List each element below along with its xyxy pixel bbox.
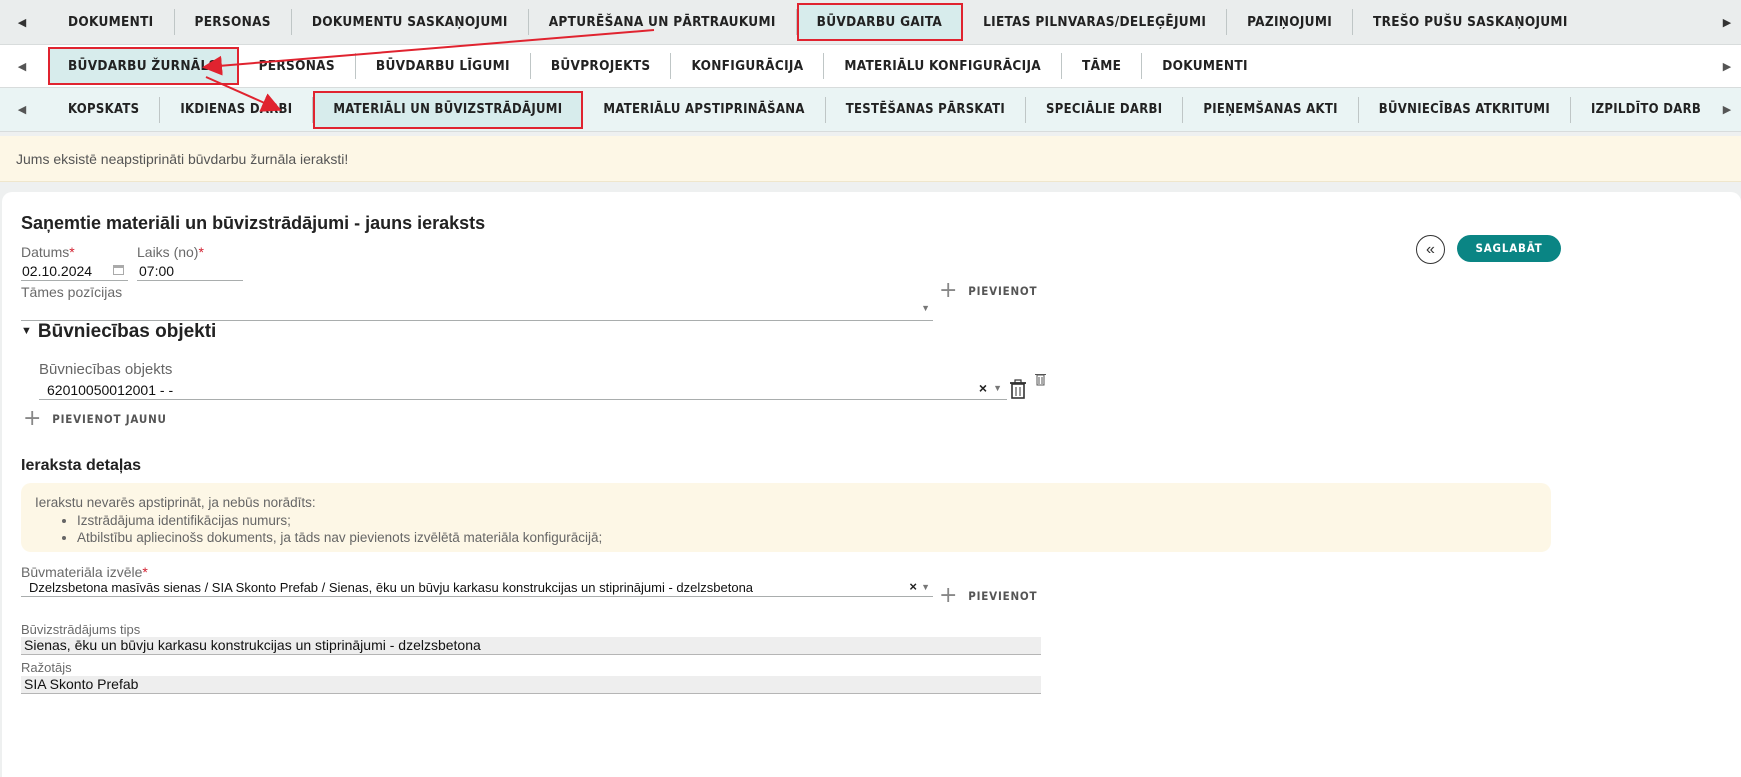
- tertiary-tab[interactable]: IZPILDĪTO DARBU AKTI: [1571, 97, 1701, 123]
- clear-x-icon[interactable]: ×: [979, 380, 987, 396]
- scroll-right-icon[interactable]: ▶: [1713, 0, 1741, 44]
- primary-nav: ◀ DOKUMENTI PERSONAS DOKUMENTU SASKAŅOJUMI…: [0, 0, 1741, 45]
- calendar-icon[interactable]: [113, 265, 124, 275]
- form-panel: Saņemtie materiāli un būvizstrādājumi - …: [2, 192, 1741, 777]
- secondary-tabs: BŪVDARBU ŽURNĀLS PERSONAS BŪVDARBU LĪGUMI B…: [48, 45, 1701, 87]
- secondary-tab[interactable]: BŪVDARBU LĪGUMI: [356, 53, 531, 79]
- secondary-nav: ◀ BŪVDARBU ŽURNĀLS PERSONAS BŪVDARBU LĪGUM…: [0, 45, 1741, 88]
- scroll-left-icon[interactable]: ◀: [8, 88, 36, 131]
- scroll-right-icon[interactable]: ▶: [1713, 88, 1741, 131]
- time-field[interactable]: 07:00: [137, 260, 243, 281]
- secondary-tab[interactable]: TĀME: [1062, 53, 1143, 79]
- scroll-left-icon[interactable]: ◀: [8, 45, 36, 87]
- add-new-object-button[interactable]: + PIEVIENOT JAUNU: [23, 406, 167, 431]
- object-label: Būvniecības objekts: [39, 361, 173, 378]
- object-select[interactable]: 62010050012001 - - × ▼: [39, 379, 1007, 400]
- time-value: 07:00: [139, 263, 175, 279]
- date-field[interactable]: 02.10.2024: [21, 260, 128, 281]
- date-label: Datums*: [21, 244, 75, 260]
- details-heading: Ieraksta detaļas: [21, 457, 142, 474]
- tame-label: Tāmes pozīcijas: [21, 284, 123, 300]
- date-value: 02.10.2024: [22, 263, 93, 279]
- double-chevron-left-icon: «: [1426, 240, 1435, 258]
- note-intro: Ierakstu nevarēs apstiprināt, ja nebūs n…: [35, 495, 316, 510]
- primary-tab[interactable]: PAZIŅOJUMI: [1227, 9, 1354, 35]
- note-list: Izstrādājuma identifikācijas numurs; Atb…: [35, 512, 1537, 546]
- chevron-down-icon[interactable]: ▼: [921, 582, 930, 592]
- type-label: Būvizstrādājums tips: [21, 622, 141, 637]
- tertiary-tab[interactable]: SPECIĀLIE DARBI: [1026, 96, 1184, 123]
- primary-tab[interactable]: DOKUMENTU SASKAŅOJUMI: [292, 9, 529, 35]
- maker-value: SIA Skonto Prefab: [24, 676, 139, 692]
- tertiary-nav: ◀ KOPSKATS IKDIENAS DARBI MATERIĀLI UN BŪV…: [0, 88, 1741, 132]
- secondary-tab[interactable]: PERSONAS: [239, 53, 356, 79]
- primary-tab[interactable]: BŪVDARBU GAITA: [796, 3, 964, 41]
- object-value: 62010050012001 - -: [47, 382, 174, 398]
- material-value: Dzelzsbetona masīvās sienas / SIA Skonto…: [29, 580, 754, 595]
- primary-tab[interactable]: TREŠO PUŠU SASKAŅOJUMI: [1353, 9, 1588, 35]
- type-value: Sienas, ēku un būvju karkasu konstrukcij…: [24, 637, 481, 653]
- secondary-tab[interactable]: KONFIGURĀCIJA: [671, 53, 825, 79]
- approval-note: Ierakstu nevarēs apstiprināt, ja nebūs n…: [21, 483, 1551, 552]
- alert-text: Jums eksistē neapstiprināti būvdarbu žur…: [16, 151, 349, 167]
- tertiary-tab[interactable]: TESTĒŠANAS PĀRSKATI: [826, 96, 1027, 123]
- primary-tab[interactable]: DOKUMENTI: [48, 9, 175, 35]
- tertiary-tab[interactable]: BŪVNIECĪBAS ATKRITUMI: [1359, 96, 1571, 123]
- add-material-button[interactable]: + PIEVIENOT: [939, 583, 1037, 608]
- delete-object-button[interactable]: [1009, 379, 1027, 404]
- tame-select[interactable]: ▼: [21, 300, 933, 321]
- secondary-tab[interactable]: DOKUMENTI: [1142, 53, 1268, 79]
- secondary-tab[interactable]: BŪVPROJEKTS: [531, 53, 672, 79]
- primary-tab[interactable]: LIETAS PILNVARAS/DELEĢĒJUMI: [963, 9, 1228, 35]
- secondary-tab[interactable]: BŪVDARBU ŽURNĀLS: [48, 47, 239, 85]
- trash-icon: [1010, 379, 1026, 399]
- tertiary-tab[interactable]: KOPSKATS: [48, 96, 161, 123]
- material-select[interactable]: Dzelzsbetona masīvās sienas / SIA Skonto…: [21, 579, 933, 597]
- plus-icon: +: [939, 583, 959, 608]
- time-label: Laiks (no)*: [137, 244, 204, 260]
- save-button[interactable]: SAGLABĀT: [1457, 235, 1561, 262]
- primary-tabs: DOKUMENTI PERSONAS DOKUMENTU SASKAŅOJUMI AP…: [48, 0, 1701, 44]
- back-button[interactable]: «: [1416, 235, 1445, 264]
- tertiary-tabs: KOPSKATS IKDIENAS DARBI MATERIĀLI UN BŪVIZ…: [48, 88, 1701, 131]
- scroll-right-icon[interactable]: ▶: [1713, 45, 1741, 87]
- delete-all-button[interactable]: [1035, 372, 1046, 391]
- type-field: Sienas, ēku un būvju karkasu konstrukcij…: [21, 637, 1041, 655]
- secondary-tab[interactable]: MATERIĀLU KONFIGURĀCIJA: [824, 53, 1062, 79]
- tertiary-tab[interactable]: MATERIĀLI UN BŪVIZSTRĀDĀJUMI: [313, 90, 584, 129]
- page-title: Saņemtie materiāli un būvizstrādājumi - …: [21, 213, 486, 233]
- scroll-left-icon[interactable]: ◀: [8, 0, 36, 44]
- plus-icon: +: [939, 278, 959, 303]
- chevron-down-icon[interactable]: ▼: [921, 303, 930, 313]
- tertiary-tab[interactable]: IKDIENAS DARBI: [160, 96, 314, 123]
- chevron-down-icon[interactable]: ▼: [993, 383, 1002, 393]
- maker-label: Ražotājs: [21, 660, 72, 675]
- material-label: Būvmateriāla izvēle*: [21, 564, 148, 580]
- trash-icon: [1035, 374, 1046, 386]
- tertiary-tab[interactable]: MATERIĀLU APSTIPRINĀŠANA: [583, 96, 826, 123]
- objects-section-header[interactable]: ▼ Būvniecības objekti: [21, 321, 216, 343]
- primary-tab[interactable]: PERSONAS: [175, 9, 292, 35]
- plus-icon: +: [23, 406, 43, 431]
- note-item: Izstrādājuma identifikācijas numurs;: [77, 512, 1537, 529]
- collapse-triangle-icon[interactable]: ▼: [21, 325, 32, 337]
- note-item: Atbilstību apliecinošs dokuments, ja tād…: [77, 529, 1537, 546]
- unapproved-alert: Jums eksistē neapstiprināti būvdarbu žur…: [0, 136, 1741, 182]
- clear-x-icon[interactable]: ×: [909, 579, 917, 594]
- tertiary-tab[interactable]: PIEŅEMŠANAS AKTI: [1183, 96, 1359, 123]
- add-tame-button[interactable]: + PIEVIENOT: [939, 278, 1037, 303]
- maker-field: SIA Skonto Prefab: [21, 676, 1041, 694]
- primary-tab[interactable]: APTURĒŠANA UN PĀRTRAUKUMI: [529, 9, 797, 35]
